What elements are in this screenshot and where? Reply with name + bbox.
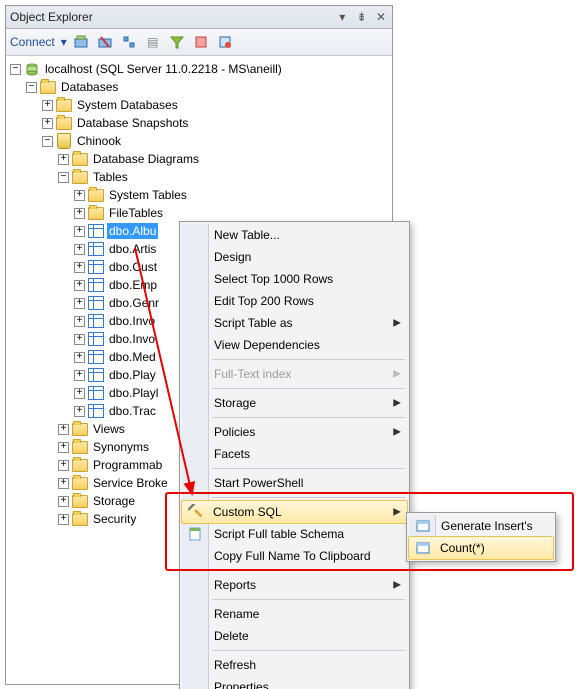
- tools-icon: [188, 504, 204, 520]
- dropdown-icon[interactable]: ▾: [335, 10, 349, 24]
- filter-icon[interactable]: ▤: [143, 32, 163, 52]
- toolbar-button-2[interactable]: [95, 32, 115, 52]
- script-icon: [188, 526, 204, 542]
- context-submenu-custom-sql: Generate Insert's Count(*): [406, 512, 556, 562]
- ctx-edit-top-200[interactable]: Edit Top 200 Rows: [182, 290, 407, 312]
- folder-icon: [72, 422, 88, 436]
- folder-icon: [72, 170, 88, 184]
- folder-icon: [72, 152, 88, 166]
- ctx-custom-sql[interactable]: Custom SQL▶: [181, 500, 408, 524]
- ctx-script-table-as[interactable]: Script Table as▶: [182, 312, 407, 334]
- table-icon: [88, 242, 104, 256]
- ctx-properties[interactable]: Properties: [182, 676, 407, 689]
- tree-databases[interactable]: − Databases: [8, 78, 390, 96]
- table-icon: [88, 368, 104, 382]
- tree-database-snapshots[interactable]: + Database Snapshots: [8, 114, 390, 132]
- toolbar-button-7[interactable]: [215, 32, 235, 52]
- table-icon: [88, 296, 104, 310]
- tree-database-diagrams[interactable]: + Database Diagrams: [8, 150, 390, 168]
- tree-db-chinook[interactable]: − Chinook: [8, 132, 390, 150]
- folder-icon: [56, 116, 72, 130]
- close-icon[interactable]: ✕: [374, 10, 388, 24]
- ctx-script-full-schema[interactable]: Script Full table Schema: [182, 523, 407, 545]
- table-icon: [88, 260, 104, 274]
- table-icon: [88, 332, 104, 346]
- toolbar-button-3[interactable]: [119, 32, 139, 52]
- ctx-new-table[interactable]: New Table...: [182, 224, 407, 246]
- chevron-right-icon: ▶: [393, 398, 401, 409]
- ctx-delete[interactable]: Delete: [182, 625, 407, 647]
- ctx-fulltext-index: Full-Text index▶: [182, 363, 407, 385]
- database-icon: [56, 134, 72, 148]
- connect-dropdown[interactable]: Connect: [10, 35, 57, 49]
- context-menu: New Table... Design Select Top 1000 Rows…: [179, 221, 410, 689]
- table-icon: [88, 350, 104, 364]
- table-icon: [88, 404, 104, 418]
- ctx-facets[interactable]: Facets: [182, 443, 407, 465]
- ctx-start-powershell[interactable]: Start PowerShell: [182, 472, 407, 494]
- tree-system-tables[interactable]: + System Tables: [8, 186, 390, 204]
- ctx-policies[interactable]: Policies▶: [182, 421, 407, 443]
- ctx-storage[interactable]: Storage▶: [182, 392, 407, 414]
- folder-icon: [72, 440, 88, 454]
- sub-generate-inserts[interactable]: Generate Insert's: [409, 515, 553, 537]
- panel-title-bar: Object Explorer ▾ ⇟ ✕: [6, 6, 392, 29]
- chevron-right-icon: ▶: [393, 427, 401, 438]
- server-icon: [24, 62, 40, 76]
- pin-icon[interactable]: ⇟: [355, 10, 369, 24]
- table-icon: [88, 224, 104, 238]
- folder-icon: [88, 206, 104, 220]
- chevron-right-icon: ▶: [393, 369, 401, 380]
- folder-icon: [72, 512, 88, 526]
- folder-icon: [72, 476, 88, 490]
- ctx-design[interactable]: Design: [182, 246, 407, 268]
- toolbar: Connect ▾ ▤: [6, 29, 392, 56]
- toolbar-button-6[interactable]: [191, 32, 211, 52]
- tree-server-root[interactable]: − localhost (SQL Server 11.0.2218 - MS\a…: [8, 60, 390, 78]
- connect-dropdown-arrow[interactable]: ▾: [61, 35, 67, 49]
- table-icon: [415, 540, 431, 556]
- chevron-right-icon: ▶: [393, 318, 401, 329]
- chevron-right-icon: ▶: [393, 507, 401, 518]
- folder-icon: [40, 80, 56, 94]
- ctx-refresh[interactable]: Refresh: [182, 654, 407, 676]
- folder-icon: [88, 188, 104, 202]
- ctx-copy-full-name[interactable]: Copy Full Name To Clipboard: [182, 545, 407, 567]
- table-icon: [88, 386, 104, 400]
- panel-title: Object Explorer: [10, 10, 333, 24]
- table-icon: [88, 278, 104, 292]
- table-icon: [88, 314, 104, 328]
- filter-funnel-icon[interactable]: [167, 32, 187, 52]
- ctx-view-dependencies[interactable]: View Dependencies: [182, 334, 407, 356]
- folder-icon: [56, 98, 72, 112]
- folder-icon: [72, 458, 88, 472]
- chevron-right-icon: ▶: [393, 580, 401, 591]
- ctx-rename[interactable]: Rename: [182, 603, 407, 625]
- tree-tables[interactable]: − Tables: [8, 168, 390, 186]
- sub-count-star[interactable]: Count(*): [408, 536, 554, 560]
- table-icon: [415, 518, 431, 534]
- tree-filetables[interactable]: + FileTables: [8, 204, 390, 222]
- ctx-select-top-1000[interactable]: Select Top 1000 Rows: [182, 268, 407, 290]
- folder-icon: [72, 494, 88, 508]
- ctx-reports[interactable]: Reports▶: [182, 574, 407, 596]
- toolbar-button-1[interactable]: [71, 32, 91, 52]
- tree-system-databases[interactable]: + System Databases: [8, 96, 390, 114]
